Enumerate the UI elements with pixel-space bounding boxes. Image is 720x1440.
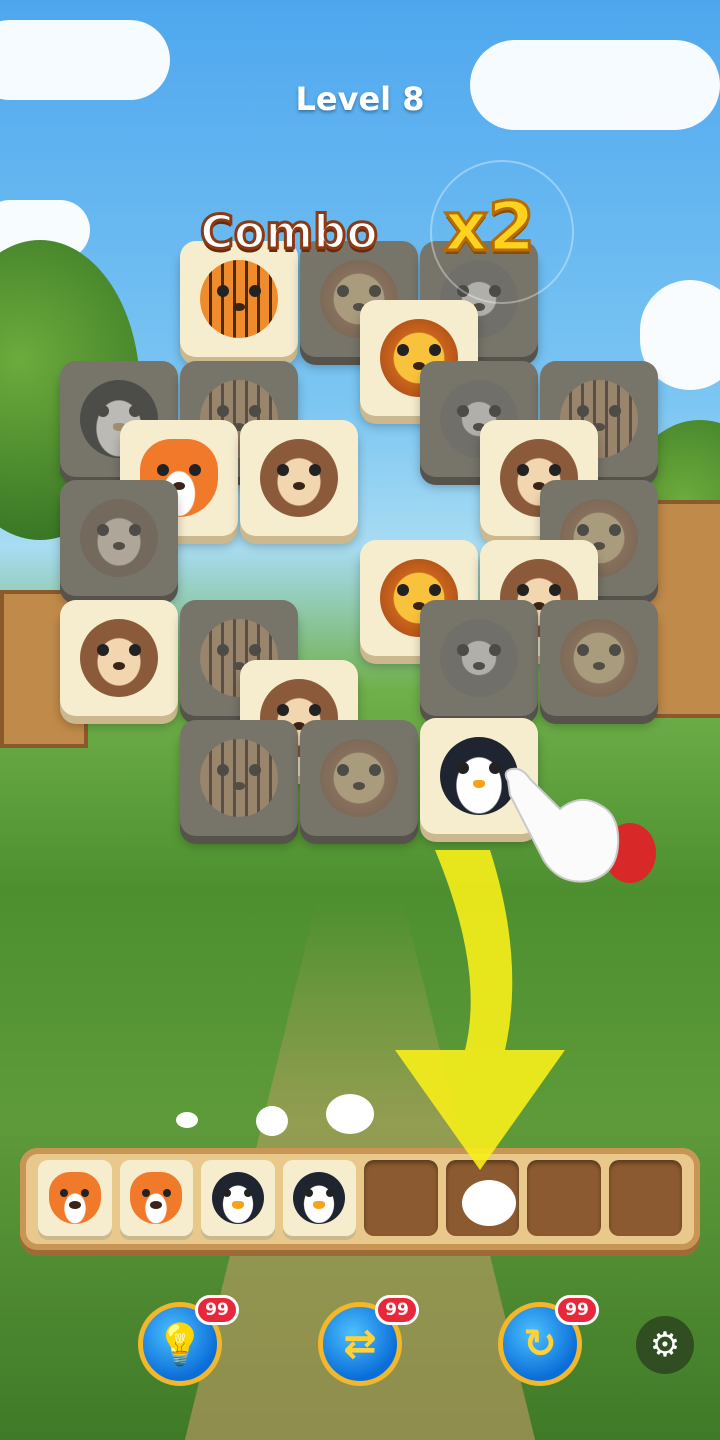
lion-icon xyxy=(320,739,398,817)
level-title: Level 8 xyxy=(295,80,425,118)
lion-tile xyxy=(300,720,418,836)
count-badge: 99 xyxy=(555,1295,599,1325)
penguin-icon xyxy=(293,1172,346,1224)
gear-icon: ⚙ xyxy=(649,1325,681,1365)
sloth-icon xyxy=(260,439,338,517)
tiger-icon xyxy=(200,260,278,338)
smoke-puff xyxy=(256,1106,288,1136)
count-badge: 99 xyxy=(375,1295,419,1325)
smoke-puff xyxy=(462,1180,516,1226)
match-tray xyxy=(20,1148,700,1250)
tray-slot-fox xyxy=(38,1160,112,1236)
sloth-icon xyxy=(80,619,158,697)
hint-button[interactable]: 💡 99 xyxy=(138,1295,239,1386)
tutorial-arrow-icon xyxy=(395,850,565,1170)
shuffle-icon: ⇄ xyxy=(343,1321,377,1367)
combo-multiplier: x2 xyxy=(442,187,536,269)
tiger-icon xyxy=(200,739,278,817)
shuffle-button[interactable]: ⇄ 99 xyxy=(318,1295,419,1386)
redo-arrow-icon: ↻ xyxy=(523,1321,557,1367)
tiger-tile xyxy=(180,720,298,836)
undo-button[interactable]: ↻ 99 xyxy=(498,1295,599,1386)
sloth-tile[interactable] xyxy=(240,420,358,536)
tray-slot-penguin xyxy=(201,1160,275,1236)
settings-button[interactable]: ⚙ xyxy=(636,1316,694,1374)
game-screen: Level 8 Combo x2 💡 99 ⇄ 99 ↻ 99 ⚙ xyxy=(0,0,720,1440)
sloth-tile xyxy=(60,480,178,596)
lion-icon xyxy=(560,619,638,697)
fox-icon xyxy=(48,1172,101,1224)
tray-slot-empty xyxy=(364,1160,438,1236)
lion-tile xyxy=(540,600,658,716)
raccoon-tile xyxy=(420,600,538,716)
sloth-tile[interactable] xyxy=(60,600,178,716)
count-badge: 99 xyxy=(195,1295,239,1325)
sloth-icon xyxy=(80,499,158,577)
combo-label: Combo xyxy=(199,204,380,261)
penguin-icon xyxy=(211,1172,264,1224)
raccoon-icon xyxy=(440,619,518,697)
smoke-puff xyxy=(326,1094,374,1134)
tray-slot-empty xyxy=(527,1160,601,1236)
tray-slot-fox xyxy=(119,1160,193,1236)
lightbulb-icon: 💡 xyxy=(155,1321,205,1368)
smoke-puff xyxy=(176,1112,198,1128)
fox-icon xyxy=(130,1172,183,1224)
tutorial-hand-icon xyxy=(504,767,656,883)
tray-slot-empty xyxy=(608,1160,682,1236)
tray-slot-penguin xyxy=(282,1160,356,1236)
